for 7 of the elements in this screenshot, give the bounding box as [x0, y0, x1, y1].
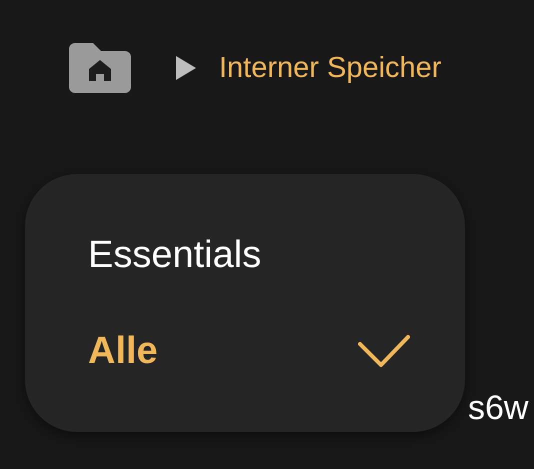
list-item-text: s6w	[468, 388, 528, 428]
menu-item[interactable]: Essentials	[88, 227, 410, 283]
chevron-icon	[175, 55, 197, 81]
home-folder-icon[interactable]	[69, 43, 131, 93]
menu-item[interactable]: Alle	[88, 323, 410, 379]
check-icon	[358, 334, 410, 368]
breadcrumb-location[interactable]: Interner Speicher	[219, 52, 442, 84]
